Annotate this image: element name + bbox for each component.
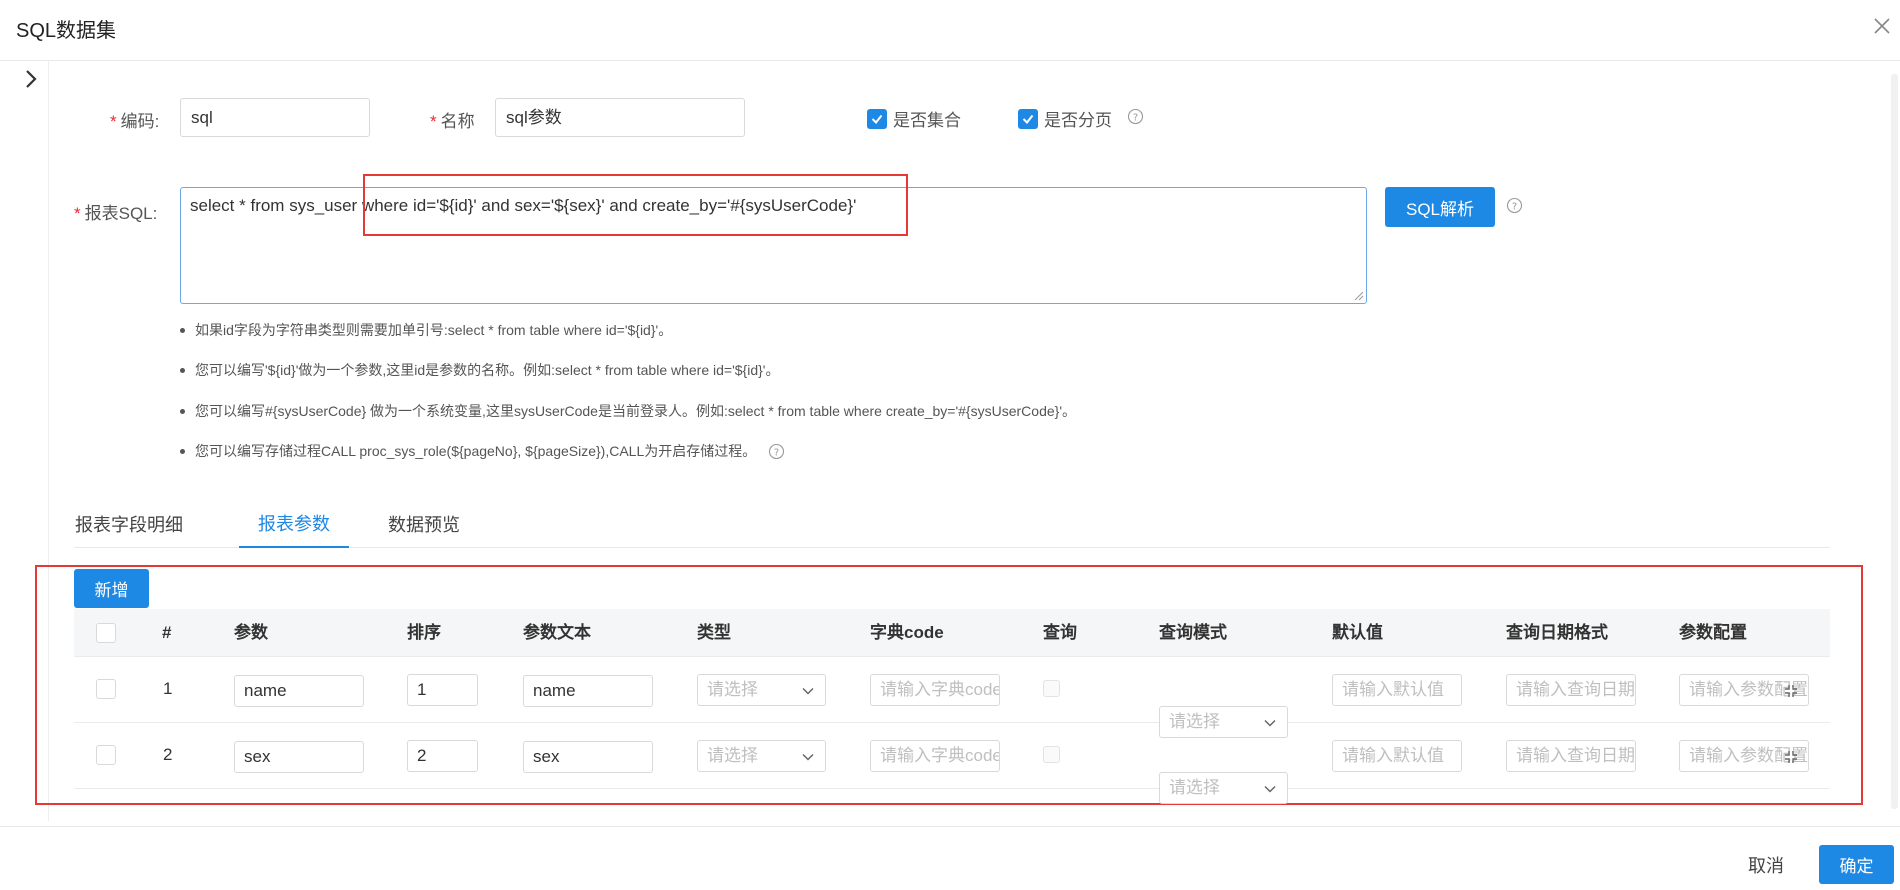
order-input[interactable]: 1 bbox=[407, 674, 478, 706]
col-header: 类型 bbox=[697, 623, 731, 642]
type-select[interactable]: 请选择 bbox=[697, 674, 826, 706]
col-header: 参数配置 bbox=[1679, 623, 1747, 642]
select-placeholder: 请选择 bbox=[707, 746, 758, 765]
add-param-button[interactable]: 新增 bbox=[74, 569, 149, 608]
table-row: 1 name 1 name 请选择 请输入字典code 请选择 请输入默认值 请… bbox=[74, 657, 1830, 738]
help-icon[interactable]: ? bbox=[768, 443, 785, 460]
select-placeholder: 请选择 bbox=[1169, 778, 1220, 797]
is-paging-checkbox[interactable]: 是否分页 bbox=[1018, 106, 1112, 131]
checkbox-checked-icon[interactable] bbox=[867, 108, 887, 129]
code-input[interactable]: sql bbox=[180, 98, 370, 137]
col-header: 参数文本 bbox=[523, 623, 591, 642]
chevron-down-icon bbox=[1264, 785, 1276, 793]
select-all-checkbox[interactable] bbox=[96, 623, 116, 643]
expand-icon[interactable] bbox=[1784, 750, 1798, 764]
col-header: 排序 bbox=[407, 623, 441, 642]
tab-bar: 报表字段明细 报表参数 数据预览 bbox=[74, 500, 1830, 548]
table-row: 2 sex 2 sex 请选择 请输入字典code 请选择 请输入默认值 请输入… bbox=[74, 723, 1830, 804]
vertical-scrollbar[interactable] bbox=[1891, 74, 1898, 809]
tab-field-details[interactable]: 报表字段明细 bbox=[74, 500, 184, 548]
row-checkbox[interactable] bbox=[96, 745, 116, 765]
name-label: * 名称 bbox=[430, 112, 475, 131]
sql-label: * 报表SQL: bbox=[74, 204, 158, 223]
default-value-input[interactable]: 请输入默认值 bbox=[1332, 674, 1462, 706]
row-number: 2 bbox=[163, 745, 173, 764]
col-header: 查询日期格式 bbox=[1506, 623, 1608, 642]
chevron-right-icon[interactable] bbox=[20, 68, 42, 90]
resize-handle-icon[interactable] bbox=[1352, 289, 1364, 301]
cancel-button[interactable]: 取消 bbox=[1748, 852, 1784, 878]
chevron-down-icon bbox=[802, 687, 814, 695]
modal-header: SQL数据集 bbox=[0, 0, 1900, 61]
is-collection-label: 是否集合 bbox=[893, 111, 961, 130]
order-input[interactable]: 2 bbox=[407, 740, 478, 772]
col-header: 查询 bbox=[1043, 623, 1077, 642]
param-name-input[interactable]: sex bbox=[234, 741, 364, 773]
modal-title: SQL数据集 bbox=[16, 20, 117, 42]
sql-params-highlight bbox=[363, 174, 908, 236]
dict-code-input[interactable]: 请输入字典code bbox=[870, 674, 1000, 706]
sql-parse-button[interactable]: SQL解析 bbox=[1385, 187, 1495, 227]
help-icon[interactable]: ? bbox=[1127, 108, 1144, 125]
tip-item: 您可以编写存储过程CALL proc_sys_role(${pageNo}, $… bbox=[180, 441, 785, 461]
col-header: 查询模式 bbox=[1159, 623, 1227, 642]
query-checkbox[interactable] bbox=[1043, 746, 1060, 763]
param-config-input[interactable]: 请输入参数配置 bbox=[1679, 740, 1809, 772]
required-mark: * bbox=[430, 112, 437, 131]
param-config-input[interactable]: 请输入参数配置 bbox=[1679, 674, 1809, 706]
type-select[interactable]: 请选择 bbox=[697, 740, 826, 772]
select-placeholder: 请选择 bbox=[707, 680, 758, 699]
chevron-down-icon bbox=[802, 753, 814, 761]
confirm-button[interactable]: 确定 bbox=[1819, 845, 1894, 884]
param-text-input[interactable]: sex bbox=[523, 741, 653, 773]
tip-item: 您可以编写#{sysUserCode} 做为一个系统变量,这里sysUserCo… bbox=[180, 401, 1076, 421]
name-input[interactable]: sql参数 bbox=[495, 98, 745, 137]
checkbox-checked-icon[interactable] bbox=[1018, 108, 1038, 129]
help-icon[interactable]: ? bbox=[1506, 197, 1523, 214]
is-collection-checkbox[interactable]: 是否集合 bbox=[867, 106, 961, 131]
col-header: 字典code bbox=[870, 623, 944, 642]
default-value-input[interactable]: 请输入默认值 bbox=[1332, 740, 1462, 772]
tip-item: 您可以编写'${id}'做为一个参数,这里id是参数的名称。例如:select … bbox=[180, 360, 779, 380]
modal-footer: 取消 确定 bbox=[0, 826, 1900, 890]
param-text-input[interactable]: name bbox=[523, 675, 653, 707]
table-header: # 参数 排序 参数文本 类型 字典code 查询 查询模式 默认值 查询日期格… bbox=[74, 609, 1830, 657]
date-format-input[interactable]: 请输入查询日期格式 bbox=[1506, 674, 1636, 706]
tip-item: 如果id字段为字符串类型则需要加单引号:select * from table … bbox=[180, 320, 672, 340]
col-header: 参数 bbox=[234, 623, 268, 642]
param-name-input[interactable]: name bbox=[234, 675, 364, 707]
required-mark: * bbox=[110, 112, 117, 131]
svg-text:?: ? bbox=[1512, 201, 1517, 212]
col-header: 默认值 bbox=[1332, 623, 1383, 642]
close-icon[interactable] bbox=[1870, 14, 1894, 38]
row-number: 1 bbox=[163, 679, 173, 698]
required-mark: * bbox=[74, 204, 81, 223]
tab-report-params[interactable]: 报表参数 bbox=[239, 500, 349, 548]
dict-code-input[interactable]: 请输入字典code bbox=[870, 740, 1000, 772]
svg-text:?: ? bbox=[774, 447, 779, 458]
col-header: # bbox=[162, 623, 172, 642]
date-format-input[interactable]: 请输入查询日期格式 bbox=[1506, 740, 1636, 772]
expand-icon[interactable] bbox=[1784, 684, 1798, 698]
svg-text:?: ? bbox=[1133, 112, 1138, 123]
tab-data-preview[interactable]: 数据预览 bbox=[379, 500, 469, 548]
query-checkbox[interactable] bbox=[1043, 680, 1060, 697]
is-paging-label: 是否分页 bbox=[1044, 111, 1112, 130]
code-label: * 编码: bbox=[110, 112, 160, 131]
row-checkbox[interactable] bbox=[96, 679, 116, 699]
query-mode-select[interactable]: 请选择 bbox=[1159, 772, 1288, 804]
